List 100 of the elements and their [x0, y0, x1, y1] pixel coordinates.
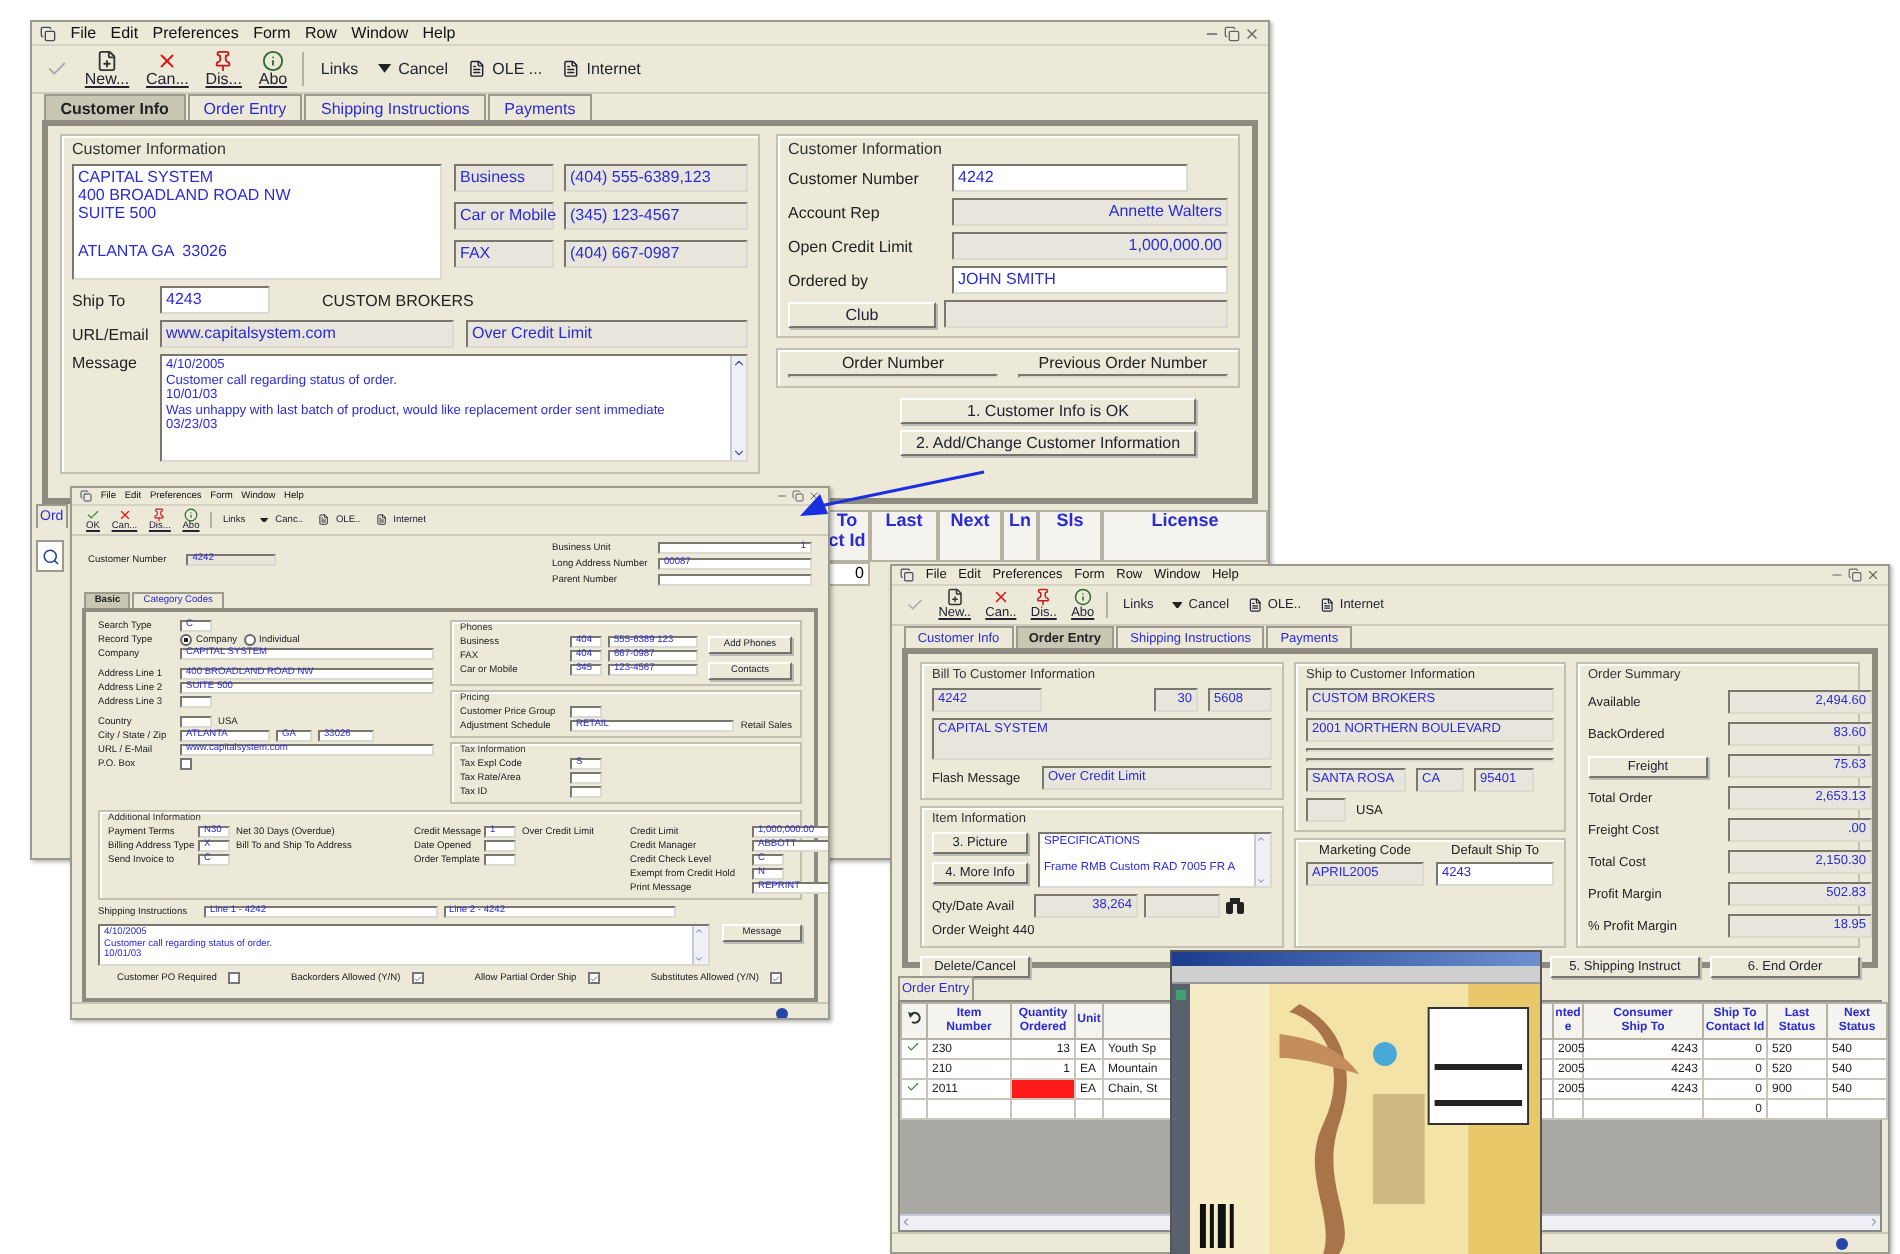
field-label: Message: [72, 354, 139, 372]
text-field[interactable]: (345) 123-4567: [564, 202, 748, 230]
document-icon: [96, 49, 118, 72]
binoculars-icon[interactable]: [1226, 898, 1244, 914]
menu-item[interactable]: File: [70, 24, 97, 42]
restore-icon[interactable]: [1848, 568, 1862, 582]
text-field[interactable]: [484, 840, 516, 852]
toolbar-button[interactable]: Abo: [256, 49, 290, 89]
text-field[interactable]: JOHN SMITH: [952, 266, 1228, 294]
cancel-link[interactable]: Cancel: [374, 60, 452, 78]
close-icon: [991, 588, 1010, 607]
text-field[interactable]: 4242: [952, 164, 1188, 192]
document-icon: [562, 60, 581, 78]
arrow-down-icon: [694, 954, 704, 964]
links-menu[interactable]: Links: [316, 60, 363, 78]
text-field[interactable]: (404) 555-6389,123: [564, 164, 748, 192]
tab[interactable]: Customer Info: [44, 94, 186, 120]
checkbox[interactable]: [412, 972, 425, 984]
internet-button[interactable]: Internet: [558, 60, 645, 78]
field-label: Order Number: [839, 354, 947, 372]
checkbox[interactable]: [588, 972, 601, 984]
text-field[interactable]: [944, 300, 1228, 328]
column-header: Ln: [1002, 510, 1038, 562]
field-label: Previous Order Number: [1036, 354, 1210, 372]
scrollbar[interactable]: [730, 356, 746, 460]
group-label: Customer Information: [72, 140, 228, 158]
menu-item[interactable]: Form: [253, 24, 291, 42]
text-field[interactable]: 4243: [160, 286, 270, 314]
text-field[interactable]: 1,000,000.00: [952, 232, 1228, 260]
text-field[interactable]: Car or Mobile: [454, 202, 554, 230]
checkbox[interactable]: [180, 758, 192, 770]
grid-button[interactable]: [36, 540, 64, 572]
club-button[interactable]: Club: [788, 301, 936, 327]
customer-name: CUSTOM BROKERS: [322, 291, 474, 309]
radio-button[interactable]: [243, 634, 256, 646]
check-icon: [906, 596, 924, 614]
tab[interactable]: Shipping Instructions: [304, 94, 486, 120]
status-icon: [776, 1007, 788, 1018]
arrow-up-icon: [732, 356, 746, 370]
text-field[interactable]: Annette Walters: [952, 198, 1228, 226]
check-icon: [906, 1040, 920, 1054]
text-field[interactable]: FAX: [454, 240, 554, 268]
toolbar-button[interactable]: Can...: [144, 49, 191, 89]
scrollbar[interactable]: [1254, 834, 1270, 886]
address-field[interactable]: CAPITAL SYSTEM 400 BROADLAND ROAD NW SUITE 500 ATLANTA GA 33026: [72, 164, 442, 280]
tab[interactable]: Payments: [487, 94, 592, 120]
info-icon: [261, 49, 284, 72]
restore-icon[interactable]: [1224, 25, 1240, 41]
pin-icon: [152, 507, 167, 522]
caret-icon: [1171, 601, 1183, 609]
pin-icon: [212, 49, 235, 72]
field-label: Ship To: [72, 291, 128, 309]
column-header: Next: [938, 510, 1002, 562]
text-field[interactable]: [484, 854, 516, 866]
text-field[interactable]: [1144, 894, 1220, 918]
text-field[interactable]: [570, 706, 602, 718]
text-field[interactable]: (404) 667-0987: [564, 240, 748, 268]
close-icon[interactable]: [1866, 568, 1880, 582]
thumbnail-icon: [1176, 990, 1186, 1000]
scrollbar[interactable]: [692, 926, 708, 964]
text-field[interactable]: Business: [454, 164, 554, 192]
checkbox[interactable]: [228, 972, 241, 984]
menu-item[interactable]: Window: [351, 24, 409, 42]
text-field[interactable]: [1306, 798, 1346, 822]
column-header: Last: [870, 510, 938, 562]
field-label: Customer Number: [788, 169, 921, 187]
window-icon: [80, 490, 92, 502]
check-icon: [906, 1080, 920, 1094]
document-icon: [318, 514, 330, 526]
document-icon: [468, 60, 487, 78]
close-icon[interactable]: [1244, 25, 1260, 41]
tab[interactable]: Order Entry: [187, 94, 303, 120]
radio-button[interactable]: [180, 634, 192, 646]
action-button[interactable]: 1. Customer Info is OK: [900, 398, 1196, 424]
menu-item[interactable]: Preferences: [152, 24, 239, 42]
text-field[interactable]: Over Credit Limit: [466, 320, 748, 348]
column-header: Sls: [1038, 510, 1102, 562]
text-field[interactable]: [570, 786, 602, 798]
window-icon: [900, 568, 914, 582]
text-field[interactable]: www.capitalsystem.com: [160, 320, 454, 348]
toolbar-button[interactable]: Dis...: [203, 49, 244, 89]
text-field[interactable]: [570, 772, 602, 784]
toolbar-button[interactable]: New...: [82, 49, 132, 89]
checkbox[interactable]: [770, 972, 783, 984]
column-header: License: [1102, 510, 1268, 562]
arrow-up-icon: [1256, 834, 1266, 844]
info-icon: [1073, 588, 1092, 607]
group-label: Customer Information: [788, 140, 944, 158]
restore-icon[interactable]: [792, 490, 804, 502]
text-field[interactable]: [180, 696, 212, 708]
action-button[interactable]: 2. Add/Change Customer Information: [900, 430, 1196, 456]
menu-item[interactable]: Edit: [110, 24, 139, 42]
close-icon: [117, 507, 132, 522]
ole-button[interactable]: OLE ...: [464, 60, 547, 78]
text-field[interactable]: [658, 574, 812, 586]
text-field[interactable]: [180, 716, 212, 728]
menu-item[interactable]: Help: [422, 24, 456, 42]
menu-item[interactable]: Row: [304, 24, 337, 42]
document-icon: [376, 514, 388, 526]
field-label: Account Rep: [788, 203, 882, 221]
